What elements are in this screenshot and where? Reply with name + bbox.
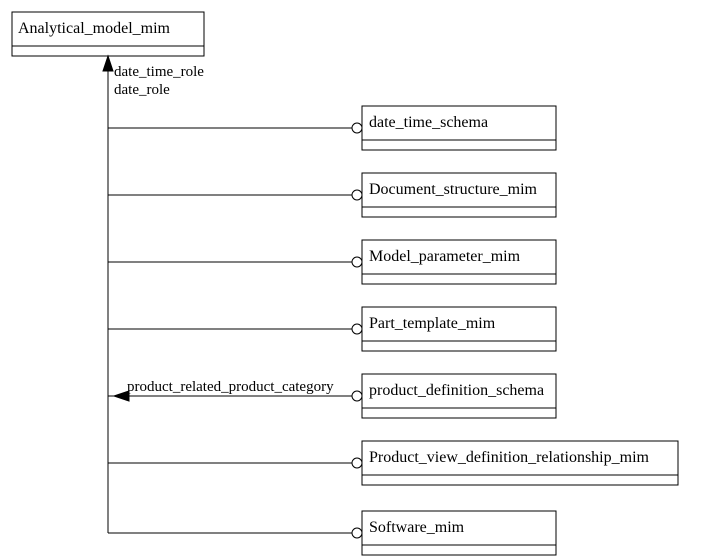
schema-diagram: Analytical_model_mim date_time_role date… — [0, 0, 728, 559]
root-title: Analytical_model_mim — [18, 20, 171, 37]
target-label: Model_parameter_mim — [369, 248, 521, 265]
target-date-time-schema: date_time_schema — [108, 106, 556, 150]
target-product-view-definition-relationship-mim: Product_view_definition_relationship_mim — [108, 441, 678, 485]
target-document-structure-mim: Document_structure_mim — [108, 173, 556, 217]
target-label: date_time_schema — [369, 114, 488, 131]
edge-label-product-related-product-category: product_related_product_category — [127, 379, 334, 395]
target-label: Software_mim — [369, 519, 465, 536]
target-label: product_definition_schema — [369, 382, 544, 399]
target-product-definition-schema: product_definition_schema product_relate… — [108, 374, 556, 418]
root-box: Analytical_model_mim — [12, 12, 204, 56]
target-label: Document_structure_mim — [369, 181, 538, 198]
edge-label-date-role: date_role — [114, 82, 170, 98]
target-label: Part_template_mim — [369, 315, 496, 332]
target-part-template-mim: Part_template_mim — [108, 307, 556, 351]
target-label: Product_view_definition_relationship_mim — [369, 449, 650, 466]
edge-label-date-time-role: date_time_role — [114, 64, 204, 80]
target-software-mim: Software_mim — [108, 511, 556, 555]
target-model-parameter-mim: Model_parameter_mim — [108, 240, 556, 284]
